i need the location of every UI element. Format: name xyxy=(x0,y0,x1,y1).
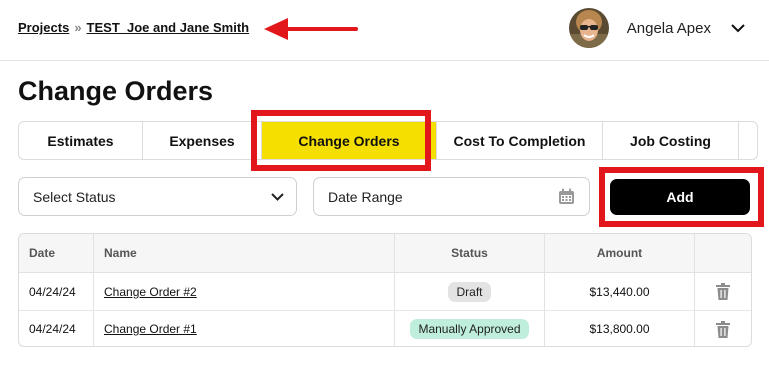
row-name-cell: Change Order #1 xyxy=(94,311,395,346)
status-badge: Draft xyxy=(448,281,491,302)
avatar xyxy=(568,8,609,48)
change-order-link[interactable]: Change Order #1 xyxy=(104,322,197,336)
row-actions-cell xyxy=(695,273,751,310)
trash-icon[interactable] xyxy=(716,283,730,300)
row-date: 04/24/24 xyxy=(19,273,94,310)
status-select-label: Select Status xyxy=(33,188,116,205)
tab-cost-to-completion[interactable]: Cost To Completion xyxy=(437,122,603,159)
status-select[interactable]: Select Status xyxy=(18,177,297,216)
tab-bar: Estimates Expenses Change Orders Cost To… xyxy=(18,121,758,160)
row-date: 04/24/24 xyxy=(19,311,94,346)
row-actions-cell xyxy=(695,311,751,346)
tab-change-orders[interactable]: Change Orders xyxy=(262,122,437,159)
user-name: Angela Apex xyxy=(626,19,711,37)
tab-job-costing[interactable]: Job Costing xyxy=(603,122,739,159)
status-badge: Manually Approved xyxy=(410,319,529,339)
table-row: 04/24/24 Change Order #1 Manually Approv… xyxy=(19,311,751,346)
change-order-link[interactable]: Change Order #2 xyxy=(104,285,197,299)
tab-expenses[interactable]: Expenses xyxy=(143,122,262,159)
annotation-arrow-icon xyxy=(264,18,358,40)
row-amount: $13,800.00 xyxy=(545,311,695,346)
breadcrumb: Projects » TEST_Joe and Jane Smith xyxy=(18,20,249,35)
breadcrumb-project-link[interactable]: TEST_Joe and Jane Smith xyxy=(87,20,250,35)
table-header-row: Date Name Status Amount xyxy=(19,234,751,273)
page-title: Change Orders xyxy=(18,76,214,106)
chevron-down-icon[interactable] xyxy=(731,23,745,33)
change-orders-table: Date Name Status Amount 04/24/24 Change … xyxy=(18,233,752,347)
column-header-actions xyxy=(695,234,751,272)
breadcrumb-separator: » xyxy=(74,20,82,35)
row-amount: $13,440.00 xyxy=(545,273,695,310)
top-bar: Projects » TEST_Joe and Jane Smith Angel… xyxy=(0,0,769,61)
chevron-down-icon xyxy=(271,192,284,201)
column-header-status[interactable]: Status xyxy=(395,234,545,272)
user-menu[interactable]: Angela Apex xyxy=(568,8,745,48)
column-header-date[interactable]: Date xyxy=(19,234,94,272)
date-range-label: Date Range xyxy=(328,188,403,205)
row-name-cell: Change Order #2 xyxy=(94,273,395,310)
row-status-cell: Draft xyxy=(395,273,545,310)
column-header-name[interactable]: Name xyxy=(94,234,395,272)
date-range-input[interactable]: Date Range xyxy=(313,177,590,216)
column-header-amount[interactable]: Amount xyxy=(545,234,695,272)
add-button[interactable]: Add xyxy=(610,179,750,215)
tab-estimates[interactable]: Estimates xyxy=(19,122,143,159)
tab-overflow[interactable] xyxy=(739,122,757,159)
breadcrumb-projects-link[interactable]: Projects xyxy=(18,20,69,35)
calendar-icon[interactable] xyxy=(558,188,575,205)
table-row: 04/24/24 Change Order #2 Draft $13,440.0… xyxy=(19,273,751,311)
trash-icon[interactable] xyxy=(716,320,730,338)
row-status-cell: Manually Approved xyxy=(395,311,545,346)
